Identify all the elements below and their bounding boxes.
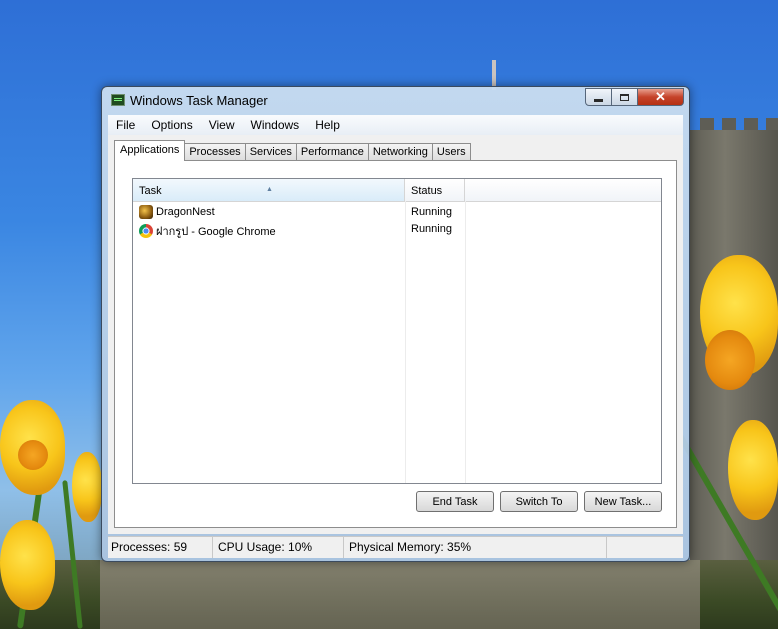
- task-name: ฝากรูป - Google Chrome: [156, 226, 276, 238]
- wallpaper-daffodil: [728, 420, 778, 520]
- chrome-icon: [139, 224, 153, 238]
- task-status: Running: [411, 206, 452, 218]
- task-manager-window: Windows Task Manager ✕ File Options View…: [101, 86, 690, 562]
- close-button[interactable]: ✕: [638, 88, 684, 106]
- tab-users[interactable]: Users: [431, 143, 471, 161]
- close-icon: ✕: [655, 89, 666, 104]
- wallpaper-daffodil: [0, 520, 55, 610]
- wallpaper-daffodil-center: [18, 440, 48, 470]
- end-task-button[interactable]: End Task: [416, 491, 494, 512]
- column-divider: [405, 201, 406, 483]
- column-divider: [465, 201, 466, 483]
- menu-view[interactable]: View: [201, 118, 243, 132]
- menu-options[interactable]: Options: [143, 118, 200, 132]
- list-item[interactable]: DragonNest Running: [133, 204, 661, 221]
- list-item-name: ฝากรูป - Google Chrome: [139, 222, 276, 240]
- minimize-icon: [594, 98, 603, 102]
- client-area: Applications Processes Services Performa…: [108, 135, 683, 534]
- tab-services[interactable]: Services: [244, 143, 297, 161]
- task-status: Running: [411, 223, 452, 235]
- caption-buttons: ✕: [585, 88, 684, 106]
- status-physical-memory: Physical Memory: 35%: [346, 537, 607, 558]
- wallpaper-daffodil-center: [705, 330, 755, 390]
- list-header: Task ▲ Status: [133, 179, 661, 202]
- window-title: Windows Task Manager: [130, 93, 268, 108]
- applications-panel: Task ▲ Status DragonNest Running ฝากรูป …: [114, 160, 677, 528]
- switch-to-button[interactable]: Switch To: [500, 491, 578, 512]
- dragonnest-icon: [139, 205, 153, 219]
- maximize-button[interactable]: [612, 88, 638, 106]
- column-header-status[interactable]: Status: [405, 179, 465, 201]
- title-bar[interactable]: Windows Task Manager ✕: [102, 87, 689, 113]
- column-header-task[interactable]: Task ▲: [133, 179, 405, 201]
- column-task-label: Task: [139, 185, 162, 197]
- status-bar: Processes: 59 CPU Usage: 10% Physical Me…: [108, 536, 683, 558]
- status-processes: Processes: 59: [108, 537, 213, 558]
- tab-strip: Applications Processes Services Performa…: [114, 140, 471, 161]
- sort-ascending-icon: ▲: [266, 186, 273, 193]
- wallpaper-wall: [100, 560, 700, 629]
- status-cpu-usage: CPU Usage: 10%: [215, 537, 344, 558]
- tab-networking[interactable]: Networking: [367, 143, 433, 161]
- new-task-button[interactable]: New Task...: [584, 491, 662, 512]
- tab-processes[interactable]: Processes: [184, 143, 246, 161]
- maximize-icon: [620, 93, 629, 101]
- column-status-label: Status: [411, 185, 443, 197]
- list-item-name: DragonNest: [139, 205, 215, 219]
- tab-performance[interactable]: Performance: [295, 143, 369, 161]
- menu-windows[interactable]: Windows: [243, 118, 308, 132]
- menu-file[interactable]: File: [108, 118, 143, 132]
- minimize-button[interactable]: [585, 88, 612, 106]
- list-item[interactable]: ฝากรูป - Google Chrome Running: [133, 221, 661, 238]
- applications-list[interactable]: Task ▲ Status DragonNest Running ฝากรูป …: [132, 178, 662, 484]
- menu-bar: File Options View Windows Help: [108, 115, 683, 135]
- task-name: DragonNest: [156, 206, 215, 218]
- wallpaper-daffodil: [72, 452, 102, 522]
- menu-help[interactable]: Help: [307, 118, 348, 132]
- tab-applications[interactable]: Applications: [114, 140, 186, 161]
- task-manager-icon: [111, 94, 125, 106]
